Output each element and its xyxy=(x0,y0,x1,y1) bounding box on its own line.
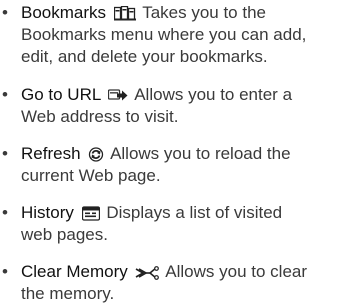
feature-name: Bookmarks xyxy=(21,3,107,22)
feature-description-line: the memory. xyxy=(21,284,115,303)
bullet: • xyxy=(2,144,8,163)
feature-description-line: Web address to visit. xyxy=(21,107,179,126)
list-item-line: Go to URL Allows you to enter a xyxy=(0,84,344,106)
list-item-go-to-url: • Go to URL Allows you to enter a Web ad… xyxy=(0,84,344,128)
list-item-line: History Displays a list of visited xyxy=(0,202,344,224)
document-page: • Bookmarks Takes you to the Bookmarks m… xyxy=(0,0,344,303)
list-item-line: Refresh Allows you to reload the xyxy=(0,143,344,165)
feature-name: History xyxy=(21,203,74,222)
bookmarks-icon xyxy=(113,6,136,21)
feature-description-line: web pages. xyxy=(21,225,108,244)
list-item-clear-memory: • Clear Memory Allows you to clear the m… xyxy=(0,261,344,305)
list-item-line: Clear Memory Allows you to clear xyxy=(0,261,344,283)
feature-description: Allows you to reload the xyxy=(110,144,291,163)
feature-description: Allows you to enter a xyxy=(134,85,293,104)
feature-description: Takes you to the xyxy=(142,3,266,22)
feature-name: Go to URL xyxy=(21,85,101,104)
bullet: • xyxy=(2,203,8,222)
list-item-refresh: • Refresh Allows you to reload the curre… xyxy=(0,143,344,187)
bullet: • xyxy=(2,85,8,104)
feature-name: Refresh xyxy=(21,144,81,163)
feature-description: Displays a list of visited xyxy=(106,203,283,222)
list-item-history: • History Displays a list of visited web… xyxy=(0,202,344,246)
feature-description: Allows you to clear xyxy=(165,262,308,281)
clear-memory-icon xyxy=(135,266,160,280)
bullet: • xyxy=(2,262,8,281)
bullet: • xyxy=(2,3,8,22)
go-to-url-icon xyxy=(108,88,128,103)
feature-description-line: Bookmarks menu where you can add, xyxy=(21,25,307,44)
refresh-icon xyxy=(88,147,104,162)
feature-description-line: current Web page. xyxy=(21,166,161,185)
feature-name: Clear Memory xyxy=(21,262,128,281)
feature-description-line: edit, and delete your bookmarks. xyxy=(21,47,268,66)
list-item-line: Bookmarks Takes you to the xyxy=(0,2,344,24)
list-item-bookmarks: • Bookmarks Takes you to the Bookmarks m… xyxy=(0,2,344,68)
history-icon xyxy=(81,206,100,221)
